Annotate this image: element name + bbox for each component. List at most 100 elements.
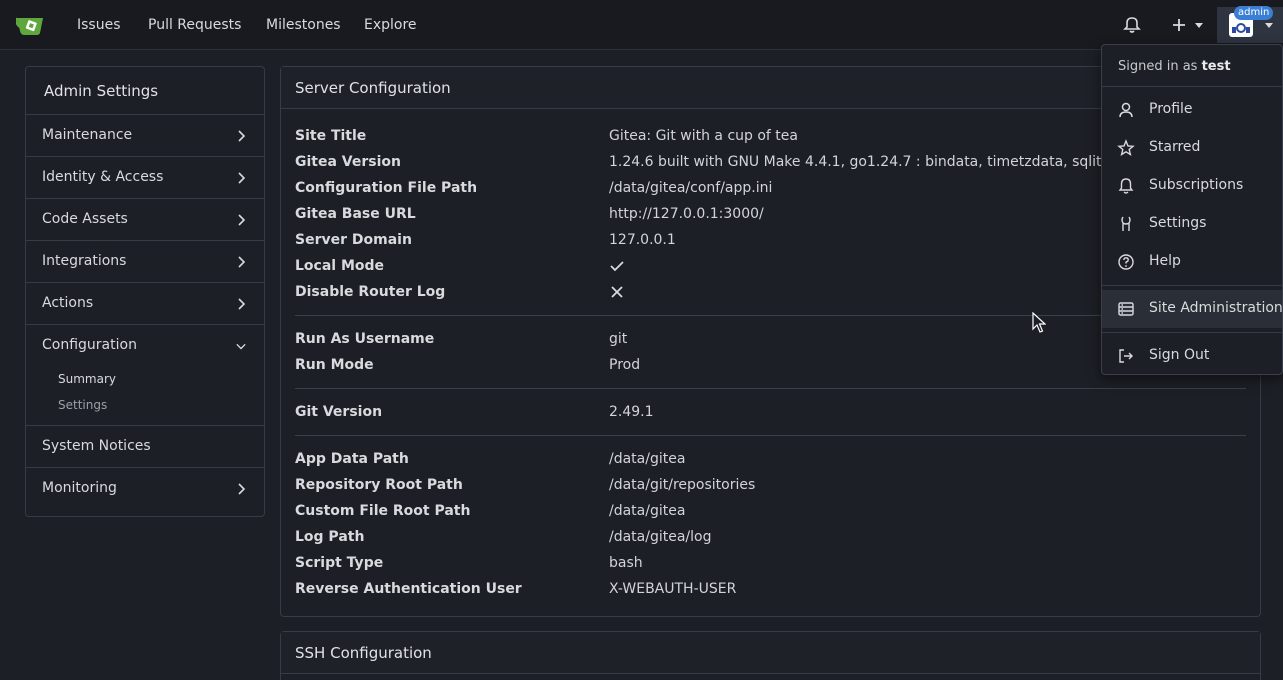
kv-row: App Data Path/data/gitea — [295, 446, 1246, 472]
sign-out-icon — [1119, 349, 1133, 363]
bell-icon[interactable] — [1122, 15, 1142, 35]
menu-item-starred[interactable]: Starred — [1102, 129, 1282, 167]
plus-icon[interactable] — [1169, 15, 1189, 35]
nav-explore[interactable]: Explore — [364, 17, 417, 33]
bell-icon — [1118, 178, 1134, 194]
kv-row: Log Path/data/gitea/log — [295, 524, 1246, 550]
menu-item-subscriptions[interactable]: Subscriptions — [1102, 167, 1282, 205]
chevron-right-icon — [238, 172, 246, 184]
kv-key: Git Version — [295, 404, 383, 420]
divider — [295, 388, 1246, 389]
sidebar-item-label: System Notices — [42, 438, 151, 454]
menu-item-site-administration[interactable]: Site Administration — [1102, 290, 1283, 328]
sidebar-item-code-assets[interactable]: Code Assets — [26, 199, 264, 241]
chevron-right-icon — [238, 298, 246, 310]
signed-in-prefix: Signed in as — [1118, 59, 1202, 74]
menu-item-label: Profile — [1149, 101, 1193, 117]
sidebar-item-actions[interactable]: Actions — [26, 283, 264, 325]
admin-badge: admin — [1234, 6, 1274, 20]
sidebar-title: Admin Settings — [26, 67, 264, 115]
kv-row: Reverse Authentication User X-WEBAUTH-USE… — [295, 576, 1246, 602]
signed-in-label: Signed in as test — [1102, 45, 1282, 87]
nav-milestones[interactable]: Milestones — [266, 17, 341, 33]
kv-value: bash — [609, 555, 643, 571]
menu-item-help[interactable]: Help — [1102, 243, 1282, 281]
chevron-down-icon — [236, 343, 246, 350]
kv-key: App Data Path — [295, 451, 409, 467]
kv-key: Script Type — [295, 555, 384, 571]
x-icon — [611, 286, 623, 298]
divider — [295, 435, 1246, 436]
kv-key: Reverse Authentication User — [295, 581, 522, 597]
kv-value: /data/gitea — [609, 451, 686, 467]
menu-item-profile[interactable]: Profile — [1102, 91, 1282, 129]
menu-item-settings[interactable]: Settings — [1102, 205, 1282, 243]
sidebar-item-label: Actions — [42, 295, 94, 311]
sidebar-item-label: Identity & Access — [42, 169, 164, 185]
mouse-cursor-icon — [1032, 312, 1046, 333]
kv-value: Gitea: Git with a cup of tea — [609, 128, 798, 144]
menu-item-label: Settings — [1149, 215, 1207, 231]
kv-value: /data/gitea/conf/app.ini — [609, 180, 773, 196]
menu-item-label: Help — [1149, 253, 1181, 269]
server-icon — [1118, 302, 1134, 316]
kv-value: /data/git/repositories — [609, 477, 756, 493]
panel-title: SSH Configuration — [281, 632, 1260, 674]
kv-value: http://127.0.0.1:3000/ — [609, 206, 764, 222]
kv-key: Gitea Version — [295, 154, 401, 170]
kv-key: Run Mode — [295, 357, 374, 373]
question-icon — [1118, 254, 1134, 270]
check-icon — [610, 261, 624, 272]
sidebar-item-system-notices[interactable]: System Notices — [26, 426, 264, 468]
kv-row: Custom File Root Path/data/gitea — [295, 498, 1246, 524]
kv-value: 2.49.1 — [609, 404, 654, 420]
sidebar-item-label: Configuration — [42, 337, 137, 353]
user-menu-button[interactable]: admin — [1217, 6, 1283, 43]
ssh-configuration-panel: SSH Configuration — [280, 631, 1261, 680]
kv-row: Script Type bash — [295, 550, 1246, 576]
kv-value: git — [609, 331, 628, 347]
kv-key: Server Domain — [295, 232, 412, 248]
kv-value: 1.24.6 built with GNU Make 4.4.1, go1.24… — [609, 154, 1173, 170]
kv-key: Disable Router Log — [295, 284, 446, 300]
gitea-logo-icon[interactable] — [16, 13, 46, 37]
sidebar-group-configuration: Configuration Summary Settings — [26, 325, 264, 426]
sidebar-subitem-summary[interactable]: Summary — [26, 367, 264, 393]
kv-key: Custom File Root Path — [295, 503, 471, 519]
person-icon — [1119, 102, 1133, 118]
chevron-right-icon — [238, 483, 246, 495]
sidebar-item-maintenance[interactable]: Maintenance — [26, 115, 264, 157]
create-menu-chevron-down-icon[interactable] — [1195, 23, 1203, 28]
sidebar-item-label: Integrations — [42, 253, 127, 269]
sidebar-item-identity-access[interactable]: Identity & Access — [26, 157, 264, 199]
kv-row: Repository Root Path/data/git/repositori… — [295, 472, 1246, 498]
sidebar-item-monitoring[interactable]: Monitoring — [26, 468, 264, 510]
divider — [1102, 332, 1282, 333]
star-icon — [1117, 139, 1135, 156]
nav-issues[interactable]: Issues — [77, 17, 121, 33]
kv-key: Configuration File Path — [295, 180, 478, 196]
sidebar-item-label: Monitoring — [42, 480, 117, 496]
kv-value: Prod — [609, 357, 641, 373]
kv-key: Repository Root Path — [295, 477, 463, 493]
menu-item-label: Sign Out — [1149, 347, 1210, 363]
sidebar-item-integrations[interactable]: Integrations — [26, 241, 264, 283]
sidebar-item-configuration[interactable]: Configuration — [26, 325, 264, 367]
chevron-right-icon — [238, 256, 246, 268]
user-dropdown-menu: Signed in as test Profile Starred Subscr… — [1101, 44, 1283, 375]
tools-icon — [1121, 216, 1131, 231]
navbar: Issues Pull Requests Milestones Explore … — [0, 0, 1283, 50]
chevron-right-icon — [238, 214, 246, 226]
kv-value: X-WEBAUTH-USER — [609, 581, 737, 597]
kv-key: Site Title — [295, 128, 367, 144]
kv-key: Gitea Base URL — [295, 206, 416, 222]
sidebar-item-label: Code Assets — [42, 211, 128, 227]
nav-pull-requests[interactable]: Pull Requests — [148, 17, 241, 33]
signed-in-username: test — [1201, 59, 1231, 74]
menu-item-sign-out[interactable]: Sign Out — [1102, 337, 1282, 375]
kv-value: 127.0.0.1 — [609, 232, 676, 248]
kv-value: /data/gitea/log — [609, 529, 712, 545]
kv-key: Log Path — [295, 529, 365, 545]
sidebar-subitem-settings[interactable]: Settings — [26, 393, 264, 419]
menu-item-label: Site Administration — [1149, 300, 1283, 316]
